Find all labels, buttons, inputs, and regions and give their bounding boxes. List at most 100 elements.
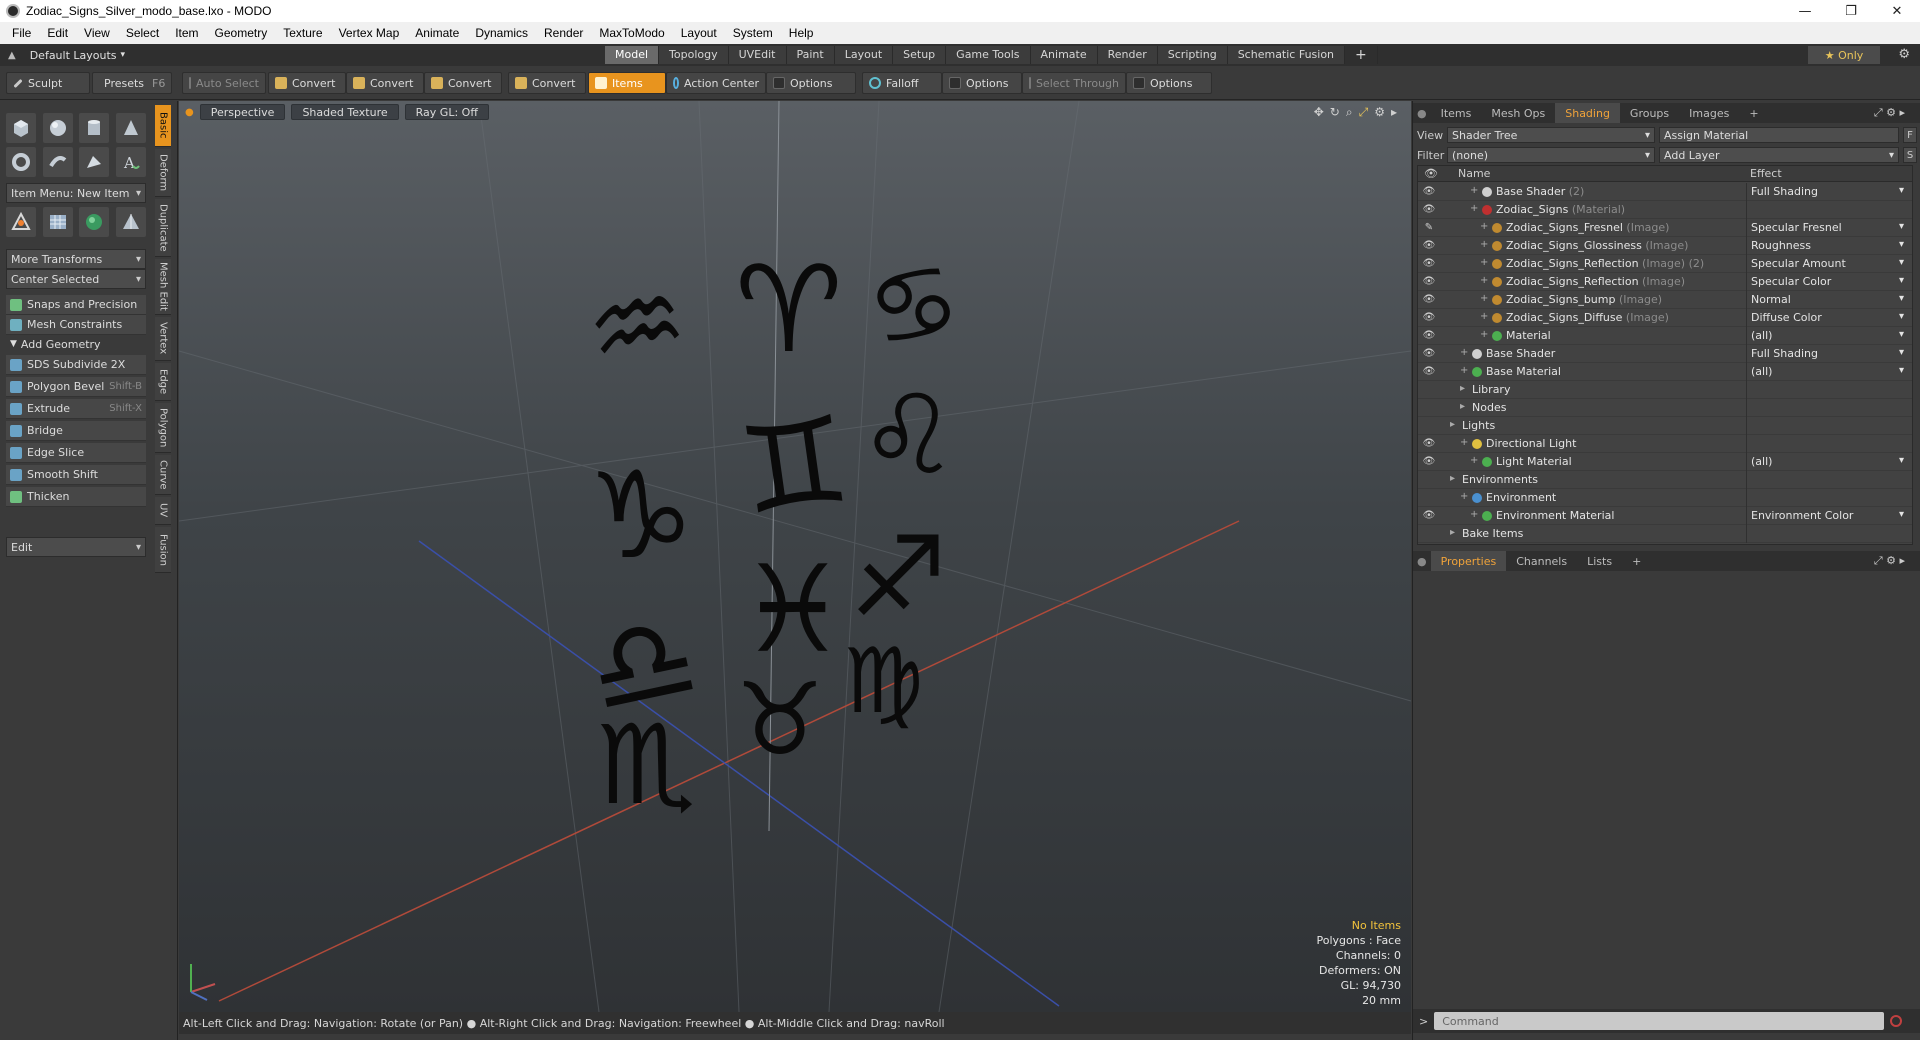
expand-toggle-icon[interactable]: +	[1470, 455, 1480, 466]
visibility-eye-icon[interactable]: 👁	[1422, 240, 1436, 252]
menu-geometry[interactable]: Geometry	[207, 26, 276, 40]
effect-dropdown[interactable]: (all)	[1746, 327, 1906, 345]
shader-tree-row[interactable]: 👁 + Zodiac_Signs_bump (Image) Normal	[1418, 291, 1912, 309]
visibility-eye-icon[interactable]: 👁	[1422, 276, 1436, 288]
shader-tree-row[interactable]: ▸ Nodes	[1418, 399, 1912, 417]
effect-dropdown[interactable]: Normal	[1746, 291, 1906, 309]
effect-dropdown[interactable]: Roughness	[1746, 237, 1906, 255]
auto-select-button[interactable]: Auto Select	[182, 72, 266, 94]
menu-system[interactable]: System	[725, 26, 781, 40]
visibility-eye-icon[interactable]: 👁	[1422, 294, 1436, 306]
expand-toggle-icon[interactable]: ▸	[1450, 419, 1460, 430]
menu-item[interactable]: Item	[167, 26, 206, 40]
edge-slice-button[interactable]: Edge Slice	[6, 443, 146, 463]
convert-vertices-button[interactable]: Convert	[268, 72, 346, 94]
shader-tree-row[interactable]: 👁 + Light Material (all)	[1418, 453, 1912, 471]
expand-toggle-icon[interactable]: ▸	[1450, 527, 1460, 538]
shading-mode-button[interactable]: Shaded Texture	[291, 104, 399, 120]
cylinder-tool[interactable]	[79, 113, 110, 143]
empty-visibility-cell[interactable]	[1422, 384, 1436, 396]
tab-properties[interactable]: Properties	[1430, 551, 1507, 571]
tab-render[interactable]: Render	[1097, 46, 1158, 64]
effect-dropdown[interactable]: (all)	[1746, 453, 1906, 471]
more-transforms-dropdown[interactable]: More Transforms	[6, 249, 146, 269]
raygl-button[interactable]: Ray GL: Off	[404, 104, 489, 120]
menu-render[interactable]: Render	[536, 26, 591, 40]
move-view-icon[interactable]: ✥	[1314, 105, 1324, 120]
mesh-tool[interactable]	[42, 207, 73, 237]
menu-edit[interactable]: Edit	[39, 26, 76, 40]
tab-schematic-fusion[interactable]: Schematic Fusion	[1227, 46, 1346, 64]
sculpt-button[interactable]: Sculpt	[6, 72, 90, 94]
shader-tree-row[interactable]: ▸ Library	[1418, 381, 1912, 399]
expand-toggle-icon[interactable]: ▸	[1460, 401, 1470, 412]
visibility-eye-icon[interactable]: 👁	[1422, 330, 1436, 342]
shader-tree-row[interactable]: 👁 + Material (all)	[1418, 327, 1912, 345]
shader-tree-row[interactable]: ▸ Bake Items	[1418, 525, 1912, 543]
expand-toggle-icon[interactable]: +	[1460, 437, 1470, 448]
torus-tool[interactable]	[6, 147, 36, 177]
effect-dropdown[interactable]: Specular Color	[1746, 273, 1906, 291]
expand-toggle-icon[interactable]: +	[1470, 185, 1480, 196]
menu-vertex-map[interactable]: Vertex Map	[331, 26, 408, 40]
select-through-button[interactable]: Select Through	[1022, 72, 1126, 94]
visibility-eye-icon[interactable]: 👁	[1422, 510, 1436, 522]
empty-visibility-cell[interactable]	[1422, 492, 1436, 504]
add-tab-button[interactable]: +	[1345, 46, 1378, 64]
smooth-shift-button[interactable]: Smooth Shift	[6, 465, 146, 485]
empty-visibility-cell[interactable]	[1422, 474, 1436, 486]
tab-setup[interactable]: Setup	[893, 46, 947, 64]
tab-topology[interactable]: Topology	[659, 46, 729, 64]
cone-tool[interactable]	[115, 113, 146, 143]
visibility-eye-icon[interactable]: 👁	[1422, 258, 1436, 270]
pen-tool[interactable]	[42, 147, 73, 177]
visibility-eye-icon[interactable]: 👁	[1422, 186, 1436, 198]
items-mode-button[interactable]: Items	[588, 72, 666, 94]
tab-scripting[interactable]: Scripting	[1157, 46, 1228, 64]
curve-tool[interactable]	[79, 147, 110, 177]
expand-toggle-icon[interactable]: +	[1470, 203, 1480, 214]
locator-tool[interactable]	[6, 207, 36, 237]
filter-dropdown[interactable]: (none)	[1447, 147, 1655, 163]
minimize-button[interactable]: —	[1782, 0, 1828, 22]
vtab-curve[interactable]: Curve	[155, 455, 171, 495]
tab-mesh-ops[interactable]: Mesh Ops	[1481, 103, 1555, 123]
visibility-eye-icon[interactable]: 👁	[1422, 312, 1436, 324]
tab-game-tools[interactable]: Game Tools	[946, 46, 1031, 64]
tab-items[interactable]: Items	[1431, 103, 1482, 123]
shader-tree-row[interactable]: 👁 + Base Shader Full Shading	[1418, 345, 1912, 363]
center-selected-dropdown[interactable]: Center Selected	[6, 269, 146, 289]
pin-icon[interactable]: ▲	[8, 50, 16, 61]
vtab-vertex[interactable]: Vertex	[155, 317, 171, 361]
fit-icon[interactable]: ⤢	[1359, 105, 1369, 120]
tab-paint[interactable]: Paint	[786, 46, 835, 64]
vtab-mesh-edit[interactable]: Mesh Edit	[155, 259, 171, 315]
edit-dropdown[interactable]: Edit	[6, 537, 146, 557]
record-icon[interactable]	[1890, 1015, 1903, 1027]
convert-polygons-button[interactable]: Convert	[424, 72, 502, 94]
shader-tree-row[interactable]: ✎ + Zodiac_Signs_Fresnel (Image) Specular F…	[1418, 219, 1912, 237]
falloff-button[interactable]: Falloff	[862, 72, 942, 94]
expand-toggle-icon[interactable]: ▸	[1450, 473, 1460, 484]
expand-toggle-icon[interactable]: +	[1480, 239, 1490, 250]
tab-model[interactable]: Model	[605, 46, 660, 64]
item-menu-dropdown[interactable]: Item Menu: New Item	[6, 183, 146, 203]
expand-toggle-icon[interactable]: +	[1480, 257, 1490, 268]
visibility-eye-icon[interactable]: 👁	[1422, 438, 1436, 450]
vtab-uv[interactable]: UV	[155, 497, 171, 525]
tab-uvedit[interactable]: UVEdit	[728, 46, 787, 64]
rotate-view-icon[interactable]: ↻	[1330, 105, 1340, 120]
vtab-edge[interactable]: Edge	[155, 363, 171, 401]
menu-select[interactable]: Select	[118, 26, 167, 40]
vtab-polygon[interactable]: Polygon	[155, 403, 171, 453]
panel-controls[interactable]: ⤢ ⚙ ▸	[1864, 551, 1915, 571]
effect-dropdown[interactable]: Specular Amount	[1746, 255, 1906, 273]
tab-lists[interactable]: Lists	[1577, 551, 1622, 571]
shader-tree-row[interactable]: 👁 + Zodiac_Signs_Reflection (Image) Specula…	[1418, 273, 1912, 291]
menu-animate[interactable]: Animate	[407, 26, 467, 40]
menu-file[interactable]: File	[4, 26, 39, 40]
snaps-precision-button[interactable]: Snaps and Precision	[6, 295, 146, 315]
menu-texture[interactable]: Texture	[275, 26, 330, 40]
tab-layout[interactable]: Layout	[834, 46, 894, 64]
camera-tool[interactable]	[115, 207, 146, 237]
